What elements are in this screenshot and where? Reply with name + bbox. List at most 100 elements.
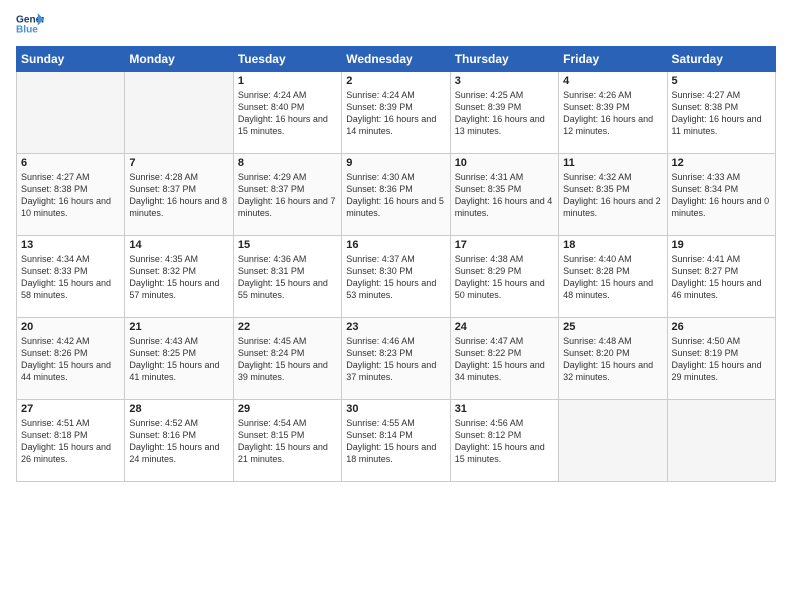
col-header-wednesday: Wednesday (342, 47, 450, 72)
cell-info: Sunrise: 4:43 AMSunset: 8:25 PMDaylight:… (129, 335, 228, 384)
cell-info: Sunrise: 4:50 AMSunset: 8:19 PMDaylight:… (672, 335, 771, 384)
week-row-4: 20Sunrise: 4:42 AMSunset: 8:26 PMDayligh… (17, 318, 776, 400)
calendar-cell: 29Sunrise: 4:54 AMSunset: 8:15 PMDayligh… (233, 400, 341, 482)
calendar-cell: 15 Sunrise: 4:36 AMSunset: 8:31 PMDayligh… (233, 236, 341, 318)
cell-info: Sunrise: 4:47 AMSunset: 8:22 PMDaylight:… (455, 335, 554, 384)
calendar-cell (667, 400, 775, 482)
week-row-2: 6Sunrise: 4:27 AMSunset: 8:38 PMDaylight… (17, 154, 776, 236)
calendar-cell: 9 Sunrise: 4:30 AMSunset: 8:36 PMDaylight… (342, 154, 450, 236)
calendar-cell: 26Sunrise: 4:50 AMSunset: 8:19 PMDayligh… (667, 318, 775, 400)
day-number: 31 (455, 403, 554, 415)
cell-info: Sunrise: 4:45 AMSunset: 8:24 PMDaylight:… (238, 335, 337, 384)
week-row-1: 1 Sunrise: 4:24 AMSunset: 8:40 PMDaylight… (17, 72, 776, 154)
day-number: 13 (21, 239, 120, 251)
cell-info: Sunrise: 4:30 AMSunset: 8:36 PMDaylight:… (346, 171, 445, 220)
cell-info: Sunrise: 4:27 AMSunset: 8:38 PMDaylight:… (672, 89, 771, 138)
col-header-saturday: Saturday (667, 47, 775, 72)
calendar-cell: 30Sunrise: 4:55 AMSunset: 8:14 PMDayligh… (342, 400, 450, 482)
week-row-3: 13 Sunrise: 4:34 AMSunset: 8:33 PMDayligh… (17, 236, 776, 318)
cell-info: Sunrise: 4:37 AMSunset: 8:30 PMDaylight:… (346, 253, 445, 302)
calendar-cell: 16 Sunrise: 4:37 AMSunset: 8:30 PMDayligh… (342, 236, 450, 318)
calendar-cell: 6Sunrise: 4:27 AMSunset: 8:38 PMDaylight… (17, 154, 125, 236)
calendar-cell: 24 Sunrise: 4:47 AMSunset: 8:22 PMDayligh… (450, 318, 558, 400)
calendar-cell (17, 72, 125, 154)
col-header-tuesday: Tuesday (233, 47, 341, 72)
cell-info: Sunrise: 4:31 AMSunset: 8:35 PMDaylight:… (455, 171, 554, 220)
calendar-cell: 31 Sunrise: 4:56 AMSunset: 8:12 PMDayligh… (450, 400, 558, 482)
cell-info: Sunrise: 4:26 AMSunset: 8:39 PMDaylight:… (563, 89, 662, 138)
day-number: 4 (563, 75, 662, 87)
day-number: 1 (238, 75, 337, 87)
calendar-cell: 3 Sunrise: 4:25 AMSunset: 8:39 PMDaylight… (450, 72, 558, 154)
day-number: 10 (455, 157, 554, 169)
calendar-cell: 1 Sunrise: 4:24 AMSunset: 8:40 PMDaylight… (233, 72, 341, 154)
cell-info: Sunrise: 4:38 AMSunset: 8:29 PMDaylight:… (455, 253, 554, 302)
day-number: 29 (238, 403, 337, 415)
day-number: 7 (129, 157, 228, 169)
cell-info: Sunrise: 4:55 AMSunset: 8:14 PMDaylight:… (346, 417, 445, 466)
cell-info: Sunrise: 4:25 AMSunset: 8:39 PMDaylight:… (455, 89, 554, 138)
day-number: 21 (129, 321, 228, 333)
page: General Blue SundayMondayTuesdayWednesda… (0, 0, 792, 492)
calendar-cell: 5 Sunrise: 4:27 AMSunset: 8:38 PMDaylight… (667, 72, 775, 154)
day-number: 17 (455, 239, 554, 251)
cell-info: Sunrise: 4:29 AMSunset: 8:37 PMDaylight:… (238, 171, 337, 220)
cell-info: Sunrise: 4:34 AMSunset: 8:33 PMDaylight:… (21, 253, 120, 302)
day-number: 25 (563, 321, 662, 333)
cell-info: Sunrise: 4:48 AMSunset: 8:20 PMDaylight:… (563, 335, 662, 384)
day-number: 12 (672, 157, 771, 169)
col-header-friday: Friday (559, 47, 667, 72)
day-number: 3 (455, 75, 554, 87)
calendar-cell: 8 Sunrise: 4:29 AMSunset: 8:37 PMDaylight… (233, 154, 341, 236)
calendar-cell: 7 Sunrise: 4:28 AMSunset: 8:37 PMDaylight… (125, 154, 233, 236)
calendar-cell: 28Sunrise: 4:52 AMSunset: 8:16 PMDayligh… (125, 400, 233, 482)
calendar-cell: 25 Sunrise: 4:48 AMSunset: 8:20 PMDayligh… (559, 318, 667, 400)
calendar-cell: 21 Sunrise: 4:43 AMSunset: 8:25 PMDayligh… (125, 318, 233, 400)
col-header-thursday: Thursday (450, 47, 558, 72)
cell-info: Sunrise: 4:35 AMSunset: 8:32 PMDaylight:… (129, 253, 228, 302)
cell-info: Sunrise: 4:41 AMSunset: 8:27 PMDaylight:… (672, 253, 771, 302)
day-number: 15 (238, 239, 337, 251)
cell-info: Sunrise: 4:36 AMSunset: 8:31 PMDaylight:… (238, 253, 337, 302)
cell-info: Sunrise: 4:40 AMSunset: 8:28 PMDaylight:… (563, 253, 662, 302)
day-number: 14 (129, 239, 228, 251)
cell-info: Sunrise: 4:56 AMSunset: 8:12 PMDaylight:… (455, 417, 554, 466)
calendar-cell: 18 Sunrise: 4:40 AMSunset: 8:28 PMDayligh… (559, 236, 667, 318)
cell-info: Sunrise: 4:32 AMSunset: 8:35 PMDaylight:… (563, 171, 662, 220)
cell-info: Sunrise: 4:28 AMSunset: 8:37 PMDaylight:… (129, 171, 228, 220)
cell-info: Sunrise: 4:24 AMSunset: 8:39 PMDaylight:… (346, 89, 445, 138)
day-number: 18 (563, 239, 662, 251)
logo-icon: General Blue (16, 10, 44, 38)
calendar-cell (559, 400, 667, 482)
week-row-5: 27Sunrise: 4:51 AMSunset: 8:18 PMDayligh… (17, 400, 776, 482)
calendar-cell: 14 Sunrise: 4:35 AMSunset: 8:32 PMDayligh… (125, 236, 233, 318)
cell-info: Sunrise: 4:24 AMSunset: 8:40 PMDaylight:… (238, 89, 337, 138)
cell-info: Sunrise: 4:52 AMSunset: 8:16 PMDaylight:… (129, 417, 228, 466)
day-number: 16 (346, 239, 445, 251)
calendar-cell: 12Sunrise: 4:33 AMSunset: 8:34 PMDayligh… (667, 154, 775, 236)
day-number: 8 (238, 157, 337, 169)
calendar-cell (125, 72, 233, 154)
cell-info: Sunrise: 4:46 AMSunset: 8:23 PMDaylight:… (346, 335, 445, 384)
calendar-cell: 2 Sunrise: 4:24 AMSunset: 8:39 PMDaylight… (342, 72, 450, 154)
cell-info: Sunrise: 4:27 AMSunset: 8:38 PMDaylight:… (21, 171, 120, 220)
svg-text:Blue: Blue (16, 25, 38, 36)
calendar-cell: 10 Sunrise: 4:31 AMSunset: 8:35 PMDayligh… (450, 154, 558, 236)
header-row: SundayMondayTuesdayWednesdayThursdayFrid… (17, 47, 776, 72)
day-number: 22 (238, 321, 337, 333)
day-number: 5 (672, 75, 771, 87)
calendar-cell: 11Sunrise: 4:32 AMSunset: 8:35 PMDayligh… (559, 154, 667, 236)
day-number: 20 (21, 321, 120, 333)
header: General Blue (16, 10, 776, 38)
logo: General Blue (16, 10, 44, 38)
day-number: 27 (21, 403, 120, 415)
calendar-cell: 22 Sunrise: 4:45 AMSunset: 8:24 PMDayligh… (233, 318, 341, 400)
day-number: 9 (346, 157, 445, 169)
calendar-table: SundayMondayTuesdayWednesdayThursdayFrid… (16, 46, 776, 482)
calendar-cell: 20Sunrise: 4:42 AMSunset: 8:26 PMDayligh… (17, 318, 125, 400)
calendar-cell: 23Sunrise: 4:46 AMSunset: 8:23 PMDayligh… (342, 318, 450, 400)
col-header-sunday: Sunday (17, 47, 125, 72)
day-number: 24 (455, 321, 554, 333)
day-number: 2 (346, 75, 445, 87)
col-header-monday: Monday (125, 47, 233, 72)
